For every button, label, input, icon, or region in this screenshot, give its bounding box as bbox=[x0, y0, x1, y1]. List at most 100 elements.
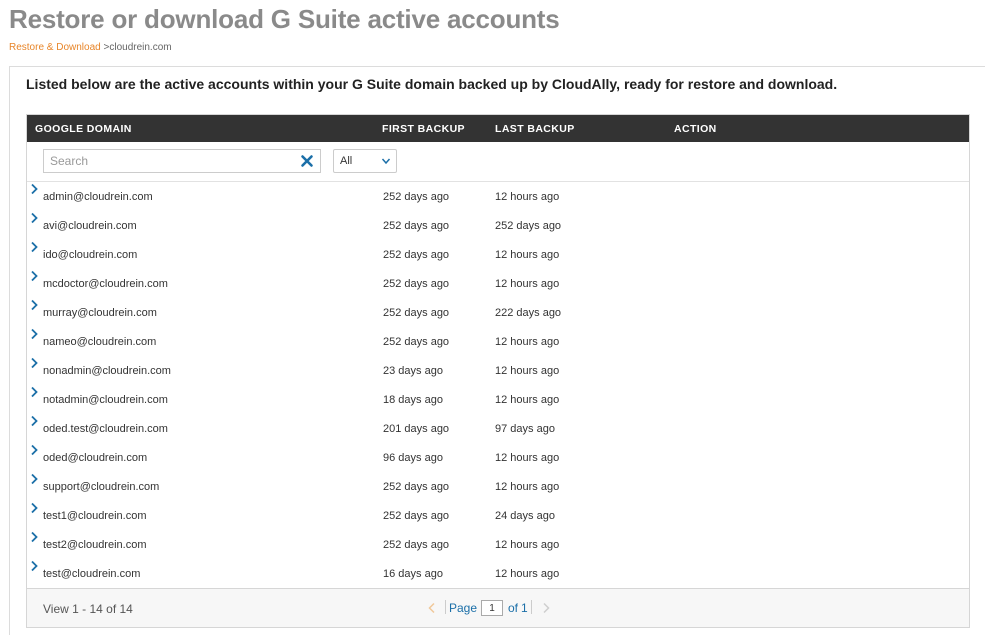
first-backup-value: 252 days ago bbox=[383, 539, 450, 551]
clear-search-icon[interactable] bbox=[300, 154, 314, 168]
table-row: mcdoctor@cloudrein.com 252 days ago 12 hou… bbox=[27, 269, 969, 298]
chevron-right-icon[interactable] bbox=[27, 240, 41, 254]
chevron-right-icon[interactable] bbox=[27, 530, 41, 544]
account-email: oded@cloudrein.com bbox=[43, 452, 148, 464]
chevron-right-icon[interactable] bbox=[27, 211, 41, 225]
breadcrumb-link-restore-download[interactable]: Restore & Download bbox=[9, 42, 101, 53]
account-email: avi@cloudrein.com bbox=[43, 220, 137, 232]
pager-separator bbox=[531, 600, 532, 614]
account-email: notadmin@cloudrein.com bbox=[43, 394, 168, 406]
filter-row: All bbox=[27, 142, 969, 182]
first-backup-value: 252 days ago bbox=[383, 510, 450, 522]
chevron-right-icon[interactable] bbox=[27, 501, 41, 515]
account-email: admin@cloudrein.com bbox=[43, 191, 153, 203]
breadcrumb-current: cloudrein.com bbox=[109, 42, 172, 53]
search-box bbox=[43, 149, 321, 173]
table-row: oded@cloudrein.com 96 days ago 12 hours ag… bbox=[27, 443, 969, 472]
chevron-right-icon[interactable] bbox=[27, 472, 41, 486]
chevron-right-icon[interactable] bbox=[27, 298, 41, 312]
table-row: test2@cloudrein.com 252 days ago 12 hours … bbox=[27, 530, 969, 559]
last-backup-value: 97 days ago bbox=[495, 423, 555, 435]
table-row: murray@cloudrein.com 252 days ago 222 days… bbox=[27, 298, 969, 327]
account-email: ido@cloudrein.com bbox=[43, 249, 138, 261]
first-backup-value: 252 days ago bbox=[383, 307, 450, 319]
last-backup-value: 24 days ago bbox=[495, 510, 555, 522]
first-backup-value: 252 days ago bbox=[383, 249, 450, 261]
table-row: nonadmin@cloudrein.com 23 days ago 12 hour… bbox=[27, 356, 969, 385]
chevron-right-icon[interactable] bbox=[27, 182, 41, 196]
chevron-right-icon[interactable] bbox=[27, 356, 41, 370]
first-backup-value: 252 days ago bbox=[383, 336, 450, 348]
last-backup-value: 12 hours ago bbox=[495, 394, 560, 406]
first-backup-value: 16 days ago bbox=[383, 568, 443, 580]
accounts-table: GOOGLE DOMAIN FIRST BACKUP LAST BACKUP A… bbox=[26, 114, 970, 628]
first-backup-value: 252 days ago bbox=[383, 481, 450, 493]
last-backup-value: 12 hours ago bbox=[495, 191, 560, 203]
account-email: support@cloudrein.com bbox=[43, 481, 160, 493]
account-email: nonadmin@cloudrein.com bbox=[43, 365, 171, 377]
table-row: avi@cloudrein.com 252 days ago 252 days ag… bbox=[27, 211, 969, 240]
chevron-down-icon bbox=[381, 158, 391, 165]
first-backup-value: 201 days ago bbox=[383, 423, 450, 435]
column-header-first-backup[interactable]: FIRST BACKUP bbox=[382, 123, 465, 135]
table-row: ido@cloudrein.com 252 days ago 12 hours ag… bbox=[27, 240, 969, 269]
table-row: oded.test@cloudrein.com 201 days ago 97 da… bbox=[27, 414, 969, 443]
first-backup-value: 18 days ago bbox=[383, 394, 443, 406]
content-panel: Listed below are the active accounts wit… bbox=[9, 66, 985, 635]
chevron-right-icon[interactable] bbox=[27, 327, 41, 341]
chevron-right-icon[interactable] bbox=[27, 385, 41, 399]
account-email: oded.test@cloudrein.com bbox=[43, 423, 168, 435]
table-header: GOOGLE DOMAIN FIRST BACKUP LAST BACKUP A… bbox=[27, 115, 969, 142]
page-of-label: of bbox=[508, 601, 519, 615]
first-backup-value: 252 days ago bbox=[383, 191, 450, 203]
first-backup-value: 252 days ago bbox=[383, 278, 450, 290]
table-row: support@cloudrein.com 252 days ago 12 hour… bbox=[27, 472, 969, 501]
last-backup-value: 12 hours ago bbox=[495, 452, 560, 464]
first-backup-value: 96 days ago bbox=[383, 452, 443, 464]
account-email: mcdoctor@cloudrein.com bbox=[43, 278, 168, 290]
intro-text: Listed below are the active accounts wit… bbox=[26, 76, 838, 92]
last-backup-value: 12 hours ago bbox=[495, 336, 560, 348]
chevron-right-icon[interactable] bbox=[27, 559, 41, 573]
pager-separator bbox=[445, 600, 446, 614]
first-backup-value: 23 days ago bbox=[383, 365, 443, 377]
last-backup-value: 12 hours ago bbox=[495, 278, 560, 290]
table-row: nameo@cloudrein.com 252 days ago 12 hours … bbox=[27, 327, 969, 356]
table-body: admin@cloudrein.com 252 days ago 12 hours … bbox=[27, 182, 969, 588]
account-email: test@cloudrein.com bbox=[43, 568, 141, 580]
status-filter-value: All bbox=[340, 155, 353, 167]
last-backup-value: 12 hours ago bbox=[495, 568, 560, 580]
search-input[interactable] bbox=[44, 150, 294, 172]
previous-page-icon[interactable] bbox=[427, 602, 437, 614]
last-backup-value: 12 hours ago bbox=[495, 365, 560, 377]
view-count: View 1 - 14 of 14 bbox=[43, 602, 133, 616]
table-row: notadmin@cloudrein.com 18 days ago 12 hour… bbox=[27, 385, 969, 414]
column-header-google-domain[interactable]: GOOGLE DOMAIN bbox=[35, 123, 132, 135]
page-total: 1 bbox=[521, 601, 528, 615]
chevron-right-icon[interactable] bbox=[27, 443, 41, 457]
last-backup-value: 12 hours ago bbox=[495, 481, 560, 493]
table-footer: View 1 - 14 of 14 Page of 1 bbox=[27, 588, 969, 627]
last-backup-value: 222 days ago bbox=[495, 307, 562, 319]
account-email: test2@cloudrein.com bbox=[43, 539, 147, 551]
first-backup-value: 252 days ago bbox=[383, 220, 450, 232]
status-filter-select[interactable]: All bbox=[333, 149, 397, 173]
table-row: admin@cloudrein.com 252 days ago 12 hours … bbox=[27, 182, 969, 211]
column-header-last-backup[interactable]: LAST BACKUP bbox=[495, 123, 575, 135]
breadcrumb: Restore & Download >cloudrein.com bbox=[9, 42, 172, 53]
last-backup-value: 252 days ago bbox=[495, 220, 562, 232]
page-number-input[interactable] bbox=[481, 600, 503, 616]
account-email: murray@cloudrein.com bbox=[43, 307, 157, 319]
last-backup-value: 12 hours ago bbox=[495, 539, 560, 551]
page-label: Page bbox=[449, 601, 478, 615]
last-backup-value: 12 hours ago bbox=[495, 249, 560, 261]
page-title: Restore or download G Suite active accou… bbox=[9, 4, 560, 34]
next-page-icon[interactable] bbox=[541, 602, 551, 614]
chevron-right-icon[interactable] bbox=[27, 269, 41, 283]
table-row: test@cloudrein.com 16 days ago 12 hours ag… bbox=[27, 559, 969, 588]
table-row: test1@cloudrein.com 252 days ago 24 days a… bbox=[27, 501, 969, 530]
column-header-action: ACTION bbox=[674, 123, 717, 135]
account-email: test1@cloudrein.com bbox=[43, 510, 147, 522]
account-email: nameo@cloudrein.com bbox=[43, 336, 157, 348]
chevron-right-icon[interactable] bbox=[27, 414, 41, 428]
